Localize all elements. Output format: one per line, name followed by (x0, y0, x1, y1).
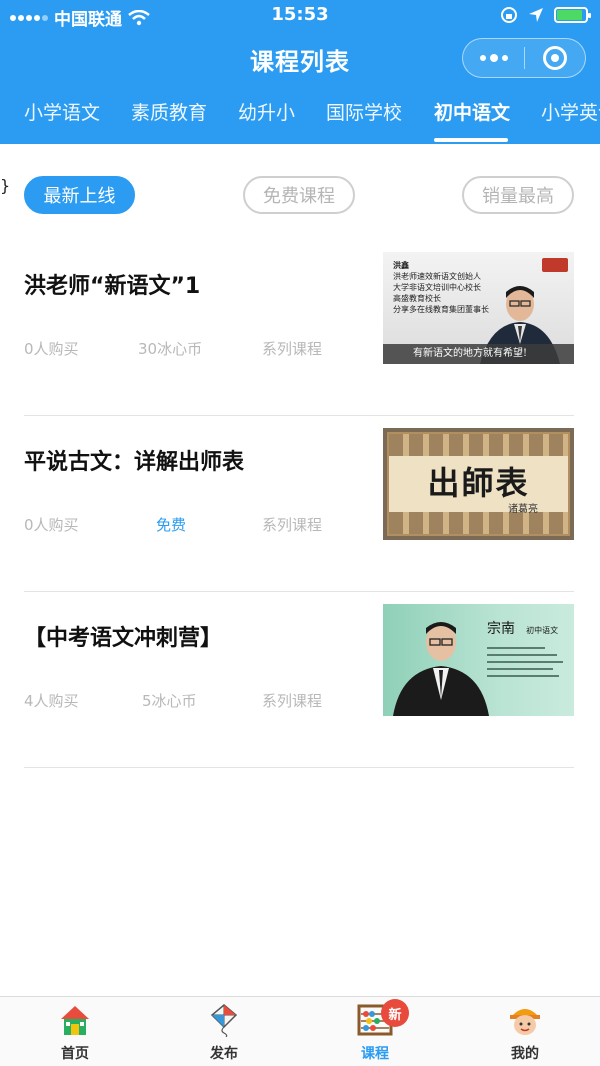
active-tab-indicator (434, 138, 508, 142)
course-buyers: 0人购买 (24, 516, 79, 534)
close-miniprogram-button[interactable] (525, 38, 585, 78)
thumb-teacher-role: 初中语文 (526, 626, 559, 635)
course-title: 洪老师“新语文”1 (24, 274, 201, 299)
tab-middle-chinese[interactable]: 初中语文 (434, 98, 510, 125)
thumb-border-art (389, 512, 568, 534)
tabbar-label: 首页 (61, 1046, 89, 1062)
title-bar: 课程列表 (0, 36, 600, 84)
thumb-text: 洪老师速效新语文创始人 (393, 272, 481, 281)
course-item[interactable]: 洪老师“新语文”1 0人购买 30冰心币 系列课程 洪鑫 洪老师速效新语文创始人… (24, 240, 574, 416)
thumb-text: 高盛教育校长 (393, 294, 441, 303)
location-icon (529, 8, 543, 22)
thumb-text: 洪鑫 (393, 260, 409, 270)
thumb-text: 分享多在线教育集团董事长 (393, 305, 489, 314)
target-icon (542, 46, 567, 70)
course-buyers: 0人购买 (24, 340, 79, 358)
thumb-calligraphy-title: 出師表 (427, 464, 530, 502)
kite-icon (210, 1004, 238, 1038)
tabbar-courses[interactable]: 新 课程 (315, 999, 435, 1063)
course-title: 平说古文：详解出师表 (24, 450, 245, 475)
kid-avatar-icon (510, 1009, 540, 1035)
status-bar: 中国联通 15:53 (0, 0, 600, 32)
thumb-author: 诸葛亮 (508, 504, 538, 515)
course-item[interactable]: 【中考语文冲刺营】 4人购买 5冰心币 系列课程 宗南 初中语文 (24, 592, 574, 768)
filter-free[interactable]: 免费课程 (243, 176, 355, 214)
tabbar-home[interactable]: 首页 (15, 1003, 135, 1063)
course-price: 免费 (156, 516, 187, 534)
tabbar-label: 课程 (361, 1046, 389, 1062)
tabbar-label: 我的 (511, 1046, 539, 1062)
tab-quality-education[interactable]: 素质教育 (131, 98, 207, 125)
battery-icon (554, 7, 591, 23)
course-price: 5冰心币 (142, 692, 197, 710)
tab-international-school[interactable]: 国际学校 (326, 98, 402, 125)
filter-newest[interactable]: 最新上线 (24, 176, 135, 214)
course-price: 30冰心币 (138, 340, 203, 358)
more-button[interactable] (463, 38, 524, 78)
course-type: 系列课程 (262, 692, 323, 710)
course-thumbnail: 洪鑫 洪老师速效新语文创始人 大学非语文培训中心校长 高盛教育校长 分享多在线教… (383, 252, 574, 364)
tab-primary-chinese[interactable]: 小学语文 (24, 98, 100, 125)
course-item[interactable]: 平说古文：详解出师表 0人购买 免费 系列课程 出師表 诸葛亮 (24, 416, 574, 592)
course-type: 系列课程 (262, 340, 323, 358)
course-title: 【中考语文冲刺营】 (24, 626, 223, 651)
new-badge: 新 (381, 999, 409, 1027)
course-thumbnail: 出師表 诸葛亮 (383, 428, 574, 540)
tabbar-publish[interactable]: 发布 (164, 1003, 284, 1063)
category-tabs: 小学语文 素质教育 幼升小 国际学校 初中语文 小学英语 (0, 88, 600, 144)
thumb-text: 大学非语文培训中心校长 (393, 283, 481, 292)
thumb-border-art (389, 434, 568, 456)
tabbar-label: 发布 (210, 1046, 238, 1062)
house-icon (61, 1006, 89, 1035)
tabbar-mine[interactable]: 我的 (465, 1003, 585, 1063)
miniprogram-capsule (462, 38, 586, 78)
more-icon (479, 55, 486, 61)
tab-primary-english[interactable]: 小学英语 (541, 98, 600, 125)
thumb-teacher-name: 宗南 (487, 621, 515, 637)
bottom-tab-bar: 首页 发布 新 课程 我的 (0, 996, 600, 1066)
filter-bar: 最新上线 免费课程 销量最高 } (0, 176, 600, 216)
top-header: 中国联通 15:53 课程列表 小学语文 素质教育 幼升小 国际学校 初中语文 … (0, 0, 600, 144)
course-thumbnail: 宗南 初中语文 (383, 604, 574, 716)
tab-kindergarten[interactable]: 幼升小 (238, 98, 295, 125)
thumb-caption-bar: 有新语文的地方就有希望! (383, 344, 574, 364)
thumb-bullet-lines (487, 642, 565, 682)
course-type: 系列课程 (262, 516, 323, 534)
filter-bestselling[interactable]: 销量最高 (462, 176, 574, 214)
thumb-caption: 有新语文的地方就有希望! (413, 348, 528, 359)
course-buyers: 4人购买 (24, 692, 79, 710)
rotation-lock-icon (501, 7, 517, 23)
logo-icon (542, 258, 568, 272)
teacher-photo (393, 622, 489, 716)
